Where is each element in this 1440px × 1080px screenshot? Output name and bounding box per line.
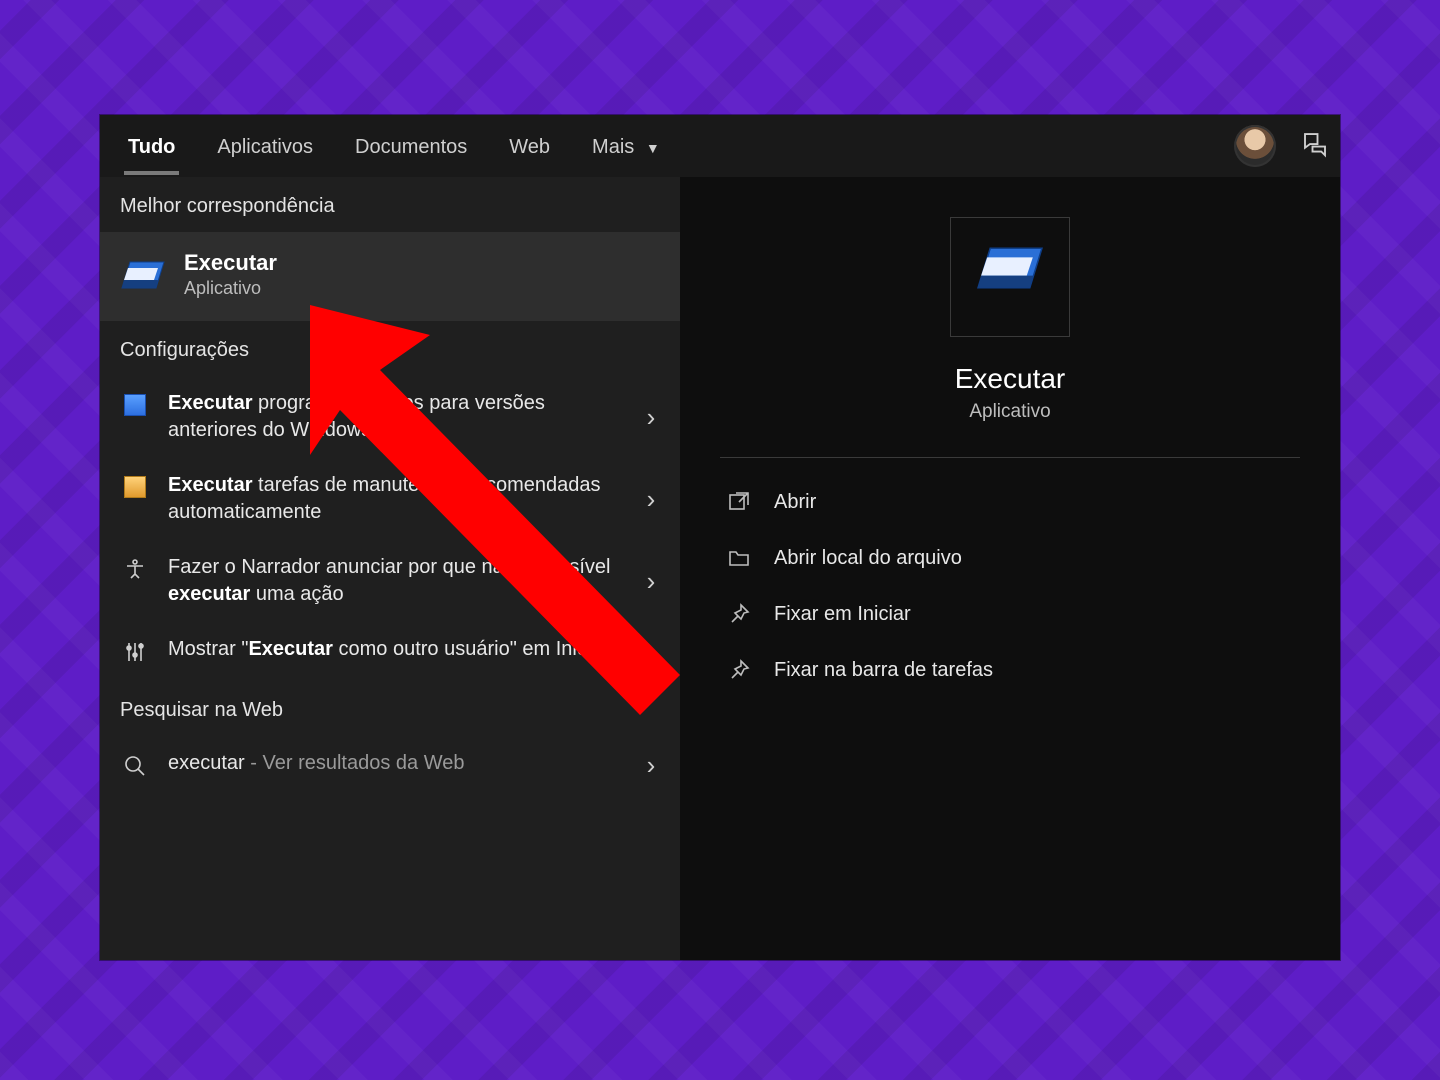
- settings-result-narrator[interactable]: Fazer o Narrador anunciar por que não é …: [100, 540, 680, 622]
- preview-icon-card: [950, 217, 1070, 337]
- search-panel: Tudo Aplicativos Documentos Web Mais ▼ M…: [100, 115, 1340, 960]
- filter-tabs: Tudo Aplicativos Documentos Web Mais ▼: [100, 115, 1340, 177]
- web-result[interactable]: executar - Ver resultados da Web ›: [100, 736, 680, 795]
- tab-all[interactable]: Tudo: [110, 118, 193, 175]
- run-icon: [120, 252, 166, 298]
- chevron-down-icon: ▼: [646, 140, 660, 156]
- open-icon: [726, 490, 752, 514]
- results-list: Melhor correspondência Executar Aplicati…: [100, 177, 680, 960]
- best-match-title: Executar: [184, 250, 277, 276]
- user-avatar[interactable]: [1234, 125, 1276, 167]
- tab-more-label: Mais: [592, 136, 634, 158]
- accessibility-icon: [120, 554, 150, 582]
- settings-result-maintenance[interactable]: Executar tarefas de manutenção recomenda…: [100, 458, 680, 540]
- chevron-right-icon: ›: [636, 402, 666, 433]
- action-open-location[interactable]: Abrir local do arquivo: [720, 530, 1300, 586]
- run-icon: [975, 242, 1045, 312]
- settings-icon: [120, 390, 150, 416]
- chevron-right-icon: ›: [636, 566, 666, 597]
- tab-more[interactable]: Mais ▼: [574, 118, 678, 175]
- action-open[interactable]: Abrir: [720, 474, 1300, 530]
- tab-documents[interactable]: Documentos: [337, 118, 485, 175]
- action-pin-taskbar[interactable]: Fixar na barra de tarefas: [720, 642, 1300, 698]
- best-match-item[interactable]: Executar Aplicativo: [100, 232, 680, 321]
- settings-result-compat[interactable]: Executar programas criados para versões …: [100, 376, 680, 458]
- divider: [720, 457, 1300, 458]
- tab-apps[interactable]: Aplicativos: [199, 118, 331, 175]
- pin-icon: [726, 658, 752, 682]
- sliders-icon: [120, 636, 150, 664]
- settings-icon: [120, 472, 150, 498]
- action-pin-start[interactable]: Fixar em Iniciar: [720, 586, 1300, 642]
- best-match-subtitle: Aplicativo: [184, 278, 277, 299]
- feedback-icon[interactable]: [1300, 129, 1330, 164]
- preview-title: Executar: [720, 363, 1300, 395]
- chevron-right-icon: ›: [636, 750, 666, 781]
- section-web-search: Pesquisar na Web: [100, 681, 680, 736]
- settings-result-runas[interactable]: Mostrar "Executar como outro usuário" em…: [100, 622, 680, 681]
- chevron-right-icon: ›: [636, 636, 666, 667]
- preview-subtitle: Aplicativo: [720, 401, 1300, 423]
- tab-web[interactable]: Web: [491, 118, 568, 175]
- folder-icon: [726, 546, 752, 570]
- section-settings: Configurações: [100, 321, 680, 376]
- preview-pane: Executar Aplicativo Abrir Abrir local do…: [680, 177, 1340, 960]
- search-icon: [120, 750, 150, 778]
- chevron-right-icon: ›: [636, 484, 666, 515]
- section-best-match: Melhor correspondência: [100, 177, 680, 232]
- pin-icon: [726, 602, 752, 626]
